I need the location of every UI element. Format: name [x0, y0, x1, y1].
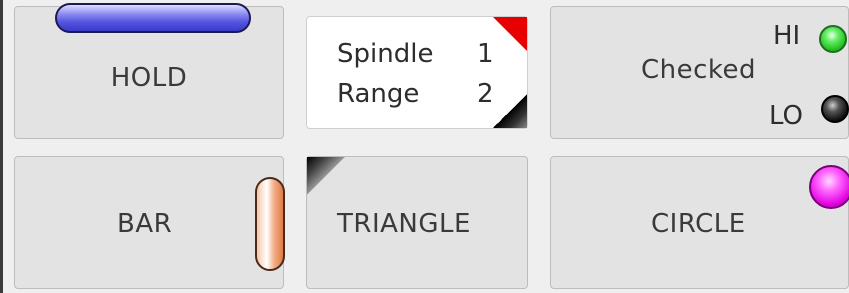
spindle-label: Spindle — [337, 39, 434, 69]
triangle-button[interactable]: TRIANGLE — [306, 156, 528, 289]
blue-horizontal-bar-indicator — [55, 3, 251, 33]
black-triangle-icon — [307, 157, 345, 195]
red-corner-triangle-indicator — [493, 17, 527, 51]
bar-button[interactable]: BAR — [14, 156, 285, 289]
checked-button[interactable]: HI Checked LO — [550, 6, 849, 139]
circle-button[interactable]: CIRCLE — [550, 156, 849, 289]
black-led-icon — [821, 95, 849, 123]
left-edge-divider — [0, 0, 3, 293]
magenta-circle-icon — [809, 165, 849, 209]
lo-label: LO — [769, 101, 804, 131]
checked-button-label: Checked — [641, 55, 757, 85]
range-row: Range 2 — [337, 79, 494, 109]
spindle-row: Spindle 1 — [337, 39, 494, 69]
spindle-value: 1 — [477, 39, 494, 69]
green-led-icon — [819, 25, 847, 53]
hold-button-label: HOLD — [110, 63, 188, 93]
orange-vertical-bar-indicator — [255, 177, 285, 271]
spindle-range-display: Spindle 1 Range 2 — [306, 16, 528, 129]
dark-corner-triangle-indicator — [493, 94, 527, 128]
range-value: 2 — [477, 79, 494, 109]
triangle-button-label: TRIANGLE — [337, 209, 471, 239]
circle-button-label: CIRCLE — [651, 209, 746, 239]
hi-label: HI — [773, 21, 801, 51]
bar-button-label: BAR — [117, 209, 173, 239]
range-label: Range — [337, 79, 420, 109]
hold-button[interactable]: HOLD — [14, 3, 284, 139]
